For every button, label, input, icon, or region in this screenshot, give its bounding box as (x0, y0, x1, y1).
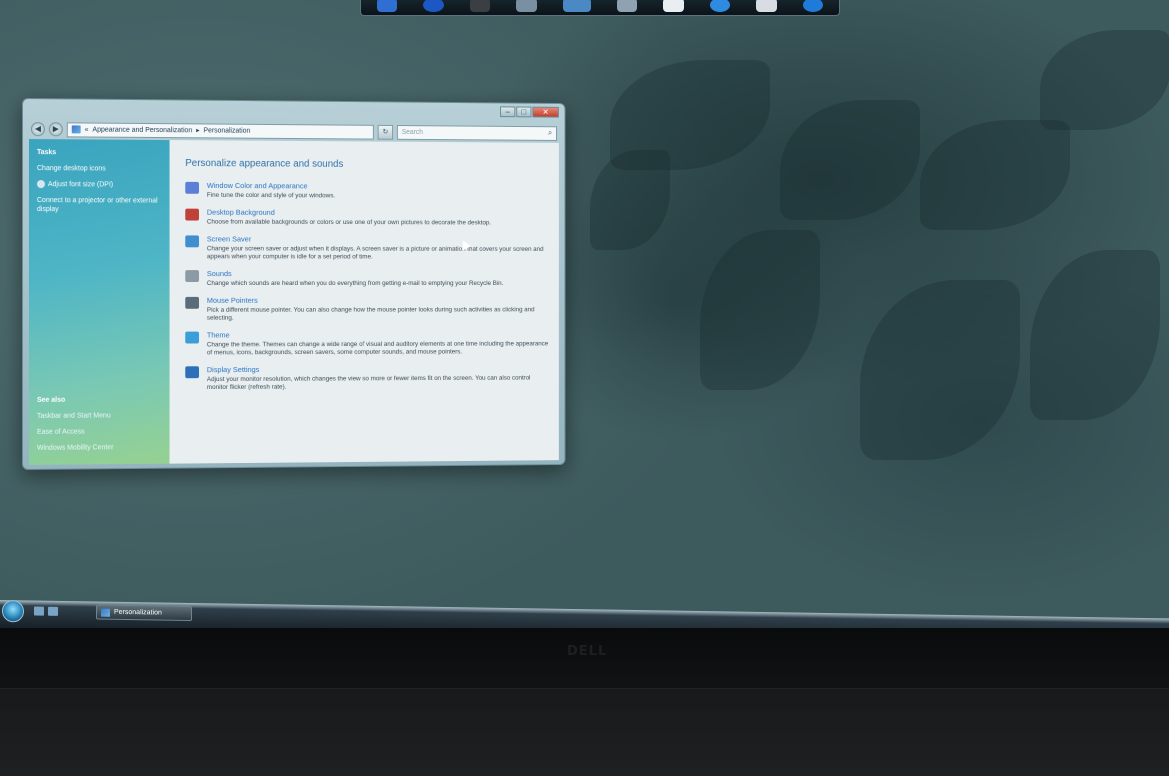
dock-app-icon[interactable] (710, 0, 730, 12)
options-list: Window Color and Appearance Fine tune the… (185, 181, 549, 392)
forward-button[interactable]: ▶ (49, 122, 63, 136)
option-description: Fine tune the color and style of your wi… (207, 192, 550, 201)
dock-app-icon[interactable] (563, 0, 591, 12)
option-link[interactable]: Theme (207, 330, 550, 340)
personalize-option[interactable]: Desktop Background Choose from available … (185, 208, 549, 228)
breadcrumb-item[interactable]: Personalization (204, 127, 251, 134)
personalize-option[interactable]: Screen Saver Change your screen saver or … (185, 234, 549, 261)
dock-app-icon[interactable] (617, 0, 637, 12)
wallpaper-leaf (590, 150, 670, 250)
option-description: Choose from available backgrounds or col… (207, 219, 550, 228)
option-description: Change the theme. Themes can change a wi… (207, 340, 550, 357)
shield-icon (37, 180, 45, 188)
address-bar[interactable]: « Appearance and Personalization ▸ Perso… (67, 122, 374, 139)
show-desktop-icon[interactable] (34, 607, 44, 616)
personalize-option[interactable]: Mouse Pointers Pick a different mouse poi… (185, 296, 549, 323)
desk-surface (0, 688, 1169, 776)
option-link[interactable]: Sounds (207, 269, 550, 278)
breadcrumb-item[interactable]: Appearance and Personalization (92, 126, 192, 134)
see-also-heading: See also (37, 396, 113, 403)
window-titlebar[interactable]: – □ ✕ (23, 99, 565, 123)
dock-app-icon[interactable] (663, 0, 683, 12)
back-button[interactable]: ◀ (31, 122, 45, 136)
dock-app-icon[interactable] (423, 0, 443, 12)
see-also-section: See also Taskbar and Start Menu Ease of … (37, 396, 113, 459)
tasks-heading: Tasks (37, 149, 162, 157)
wallpaper-leaf (1040, 30, 1169, 130)
see-also-link[interactable]: Ease of Access (37, 427, 113, 437)
maximize-button[interactable]: □ (516, 106, 531, 117)
dock-app-icon[interactable] (516, 0, 536, 12)
wallpaper-leaf (700, 230, 820, 390)
option-description: Change your screen saver or adjust when … (207, 245, 550, 261)
option-link[interactable]: Display Settings (207, 364, 550, 374)
search-icon[interactable]: ⌕ (548, 128, 552, 138)
personalization-window: – □ ✕ ◀ ▶ « Appearance and Personalizati… (22, 98, 565, 470)
personalize-option[interactable]: Window Color and Appearance Fine tune the… (185, 181, 549, 201)
option-link[interactable]: Screen Saver (207, 234, 550, 244)
search-input[interactable]: Search ⌕ (397, 125, 557, 141)
option-link[interactable]: Desktop Background (207, 208, 550, 218)
wallpaper-leaf (920, 120, 1070, 230)
personalize-option[interactable]: Theme Change the theme. Themes can change… (185, 330, 549, 358)
page-title: Personalize appearance and sounds (185, 158, 549, 171)
search-placeholder: Search (402, 129, 423, 136)
breadcrumb-separator: ▸ (196, 126, 199, 134)
option-description: Pick a different mouse pointer. You can … (207, 306, 550, 322)
see-also-link[interactable]: Windows Mobility Center (37, 443, 113, 453)
desktop-background-icon (185, 209, 199, 221)
desktop: – □ ✕ ◀ ▶ « Appearance and Personalizati… (0, 0, 1169, 630)
window-color-icon (185, 182, 199, 194)
wallpaper-leaf (860, 280, 1020, 460)
task-link[interactable]: Change desktop icons (37, 164, 162, 174)
close-button[interactable]: ✕ (532, 107, 558, 118)
taskbar: Personalization (0, 600, 1169, 630)
dock-app-icon[interactable] (803, 0, 823, 12)
refresh-button[interactable]: ↻ (378, 124, 393, 139)
task-link[interactable]: Adjust font size (DPI) (37, 180, 162, 190)
option-description: Change which sounds are heard when you d… (207, 280, 550, 288)
sounds-icon (185, 270, 199, 282)
main-content: Personalize appearance and sounds Window… (170, 140, 559, 464)
mouse-pointer-icon (185, 297, 199, 309)
wallpaper-leaf (780, 100, 920, 220)
dock-app-icon[interactable] (756, 0, 776, 12)
taskbar-button-personalization[interactable]: Personalization (96, 605, 192, 622)
task-link[interactable]: Connect to a projector or other external… (37, 196, 162, 214)
address-row: ◀ ▶ « Appearance and Personalization ▸ P… (31, 121, 557, 141)
option-link[interactable]: Mouse Pointers (207, 296, 550, 305)
option-link[interactable]: Window Color and Appearance (207, 181, 550, 192)
start-button[interactable] (2, 600, 24, 622)
top-dock (360, 0, 840, 16)
display-settings-icon (185, 366, 199, 378)
taskbar-button-label: Personalization (114, 609, 162, 617)
theme-icon (185, 332, 199, 344)
breadcrumb-separator: « (85, 126, 89, 133)
option-description: Adjust your monitor resolution, which ch… (207, 375, 550, 392)
dock-app-icon[interactable] (470, 0, 490, 12)
minimize-button[interactable]: – (500, 106, 515, 117)
personalize-option[interactable]: Sounds Change which sounds are heard when… (185, 269, 549, 288)
screen-saver-icon (185, 235, 199, 247)
monitor-brand-logo: DELL (567, 644, 607, 659)
personalize-option[interactable]: Display Settings Adjust your monitor reso… (185, 364, 549, 392)
wallpaper-leaf (1030, 250, 1160, 420)
dock-app-icon[interactable] (377, 0, 397, 12)
switch-windows-icon[interactable] (48, 607, 58, 616)
tasks-sidebar: Tasks Change desktop icons Adjust font s… (29, 139, 170, 465)
control-panel-icon (72, 125, 81, 133)
see-also-link[interactable]: Taskbar and Start Menu (37, 411, 113, 420)
personalization-icon (101, 608, 110, 616)
